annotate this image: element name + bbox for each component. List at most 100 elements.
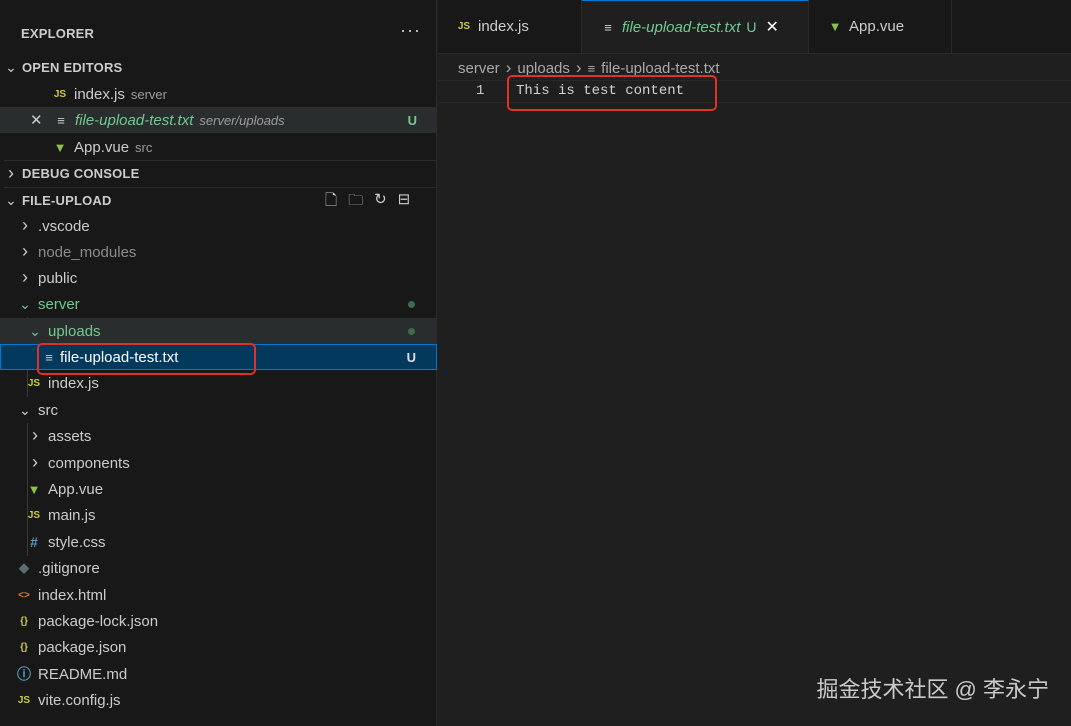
tree-label: .vscode (38, 217, 90, 235)
project-title: FILE-UPLOAD (22, 193, 112, 208)
breadcrumb-item[interactable]: server (458, 60, 500, 77)
vue-icon: ▼ (53, 139, 67, 155)
git-status-badge: U (746, 19, 757, 35)
js-icon: JS (457, 21, 471, 32)
ellipsis-icon[interactable]: ··· (400, 21, 421, 39)
new-file-icon[interactable]: 🗋 (325, 190, 337, 215)
info-icon: ⓘ (17, 666, 31, 682)
tree-folder-node-modules[interactable]: node_modules (0, 239, 437, 265)
refresh-icon[interactable]: ↻ (374, 190, 387, 215)
breadcrumb-item[interactable]: uploads (517, 60, 570, 77)
tree-file-app-vue[interactable]: ▼ App.vue (0, 476, 437, 502)
chevron-down-icon (28, 323, 42, 340)
chevron-down-icon (4, 59, 18, 76)
tree-label: components (48, 454, 130, 472)
chevron-right-icon (18, 244, 32, 260)
chevron-down-icon (18, 402, 32, 419)
text-file-icon: ≡ (604, 19, 612, 35)
css-icon: # (30, 534, 38, 550)
tree-file-style-css[interactable]: # style.css (0, 529, 437, 555)
open-editors-title: OPEN EDITORS (22, 59, 123, 75)
tree-file-server-index-js[interactable]: JS index.js (0, 370, 437, 396)
tab-app-vue[interactable]: ▼ App.vue (809, 0, 952, 53)
tree-label: vite.config.js (38, 691, 121, 709)
tree-label: public (38, 269, 78, 287)
js-icon: JS (27, 509, 41, 521)
tree-label: package.json (38, 638, 127, 656)
git-status-badge: U (406, 349, 416, 365)
tree-file-index-html[interactable]: <> index.html (0, 582, 437, 608)
tree-label: main.js (48, 506, 96, 524)
git-change-dot (408, 301, 415, 308)
open-editors-section-header[interactable]: OPEN EDITORS (4, 54, 437, 80)
explorer-title: EXPLORER (21, 25, 95, 41)
tree-label: package-lock.json (38, 612, 159, 630)
tab-label: App.vue (849, 18, 905, 35)
tree-file-readme[interactable]: ⓘ README.md (0, 661, 437, 687)
tree-folder-assets[interactable]: assets (0, 423, 437, 449)
chevron-down-icon (18, 296, 32, 313)
tree-label: style.css (48, 533, 106, 551)
highlight-box (507, 75, 717, 111)
tab-label: file-upload-test.txt (622, 18, 741, 36)
js-icon: JS (53, 88, 67, 100)
editor-area: JS index.js ≡ file-upload-test.txt U ✕ ▼… (438, 0, 1071, 726)
chevron-right-icon (28, 455, 42, 471)
open-editor-file-upload-test[interactable]: ✕ ≡ file-upload-test.txt server/uploads … (0, 107, 437, 133)
js-icon: JS (17, 694, 31, 706)
breadcrumb-item[interactable]: file-upload-test.txt (601, 60, 719, 77)
chevron-right-icon (18, 270, 32, 286)
explorer-actions: 🗋 🗀 ↻ ⊟ (325, 190, 410, 215)
js-icon: JS (27, 377, 41, 389)
open-editor-path: server (130, 86, 167, 102)
tab-bar: JS index.js ≡ file-upload-test.txt U ✕ ▼… (438, 0, 1071, 54)
tab-file-upload-test[interactable]: ≡ file-upload-test.txt U ✕ (582, 0, 809, 53)
text-file-icon: ≡ (587, 60, 596, 76)
debug-console-title: DEBUG CONSOLE (22, 166, 140, 181)
git-status-badge: U (407, 112, 417, 128)
tree-label: assets (48, 427, 92, 445)
line-number: 1 (476, 83, 485, 99)
open-editor-path: src (135, 139, 153, 155)
tree-folder-src[interactable]: src (0, 397, 437, 423)
tree-label: uploads (48, 322, 101, 340)
vue-icon: ▼ (828, 19, 842, 34)
close-icon[interactable]: ✕ (30, 111, 46, 129)
tree-file-main-js[interactable]: JS main.js (0, 502, 437, 528)
open-editor-index-js[interactable]: JS index.js server (0, 81, 437, 107)
tree-label: README.md (38, 665, 128, 683)
tree-file-package-json[interactable]: {} package.json (0, 634, 437, 660)
tab-index-js[interactable]: JS index.js (438, 0, 582, 53)
open-editor-app-vue[interactable]: ▼ App.vue src (0, 134, 437, 160)
vue-icon: ▼ (27, 481, 41, 497)
git-change-dot (408, 328, 415, 335)
tree-label: node_modules (38, 243, 137, 261)
tree-file-vite-config[interactable]: JS vite.config.js (0, 687, 437, 713)
tab-label: index.js (478, 18, 529, 35)
close-icon[interactable]: ✕ (766, 17, 779, 37)
tree-file-package-lock-json[interactable]: {} package-lock.json (0, 608, 437, 634)
html-icon: <> (18, 589, 30, 601)
tree-label: .gitignore (38, 559, 100, 577)
tree-label: src (38, 401, 58, 419)
chevron-down-icon (4, 192, 18, 209)
json-icon: {} (20, 641, 28, 653)
tree-folder-vscode[interactable]: .vscode (0, 213, 437, 239)
tree-label: index.html (38, 586, 107, 604)
debug-console-section-header[interactable]: DEBUG CONSOLE (4, 160, 437, 186)
tree-label: index.js (48, 374, 99, 392)
new-folder-icon[interactable]: 🗀 (348, 190, 363, 215)
tree-label: App.vue (48, 480, 104, 498)
tree-folder-components[interactable]: components (0, 450, 437, 476)
collapse-all-icon[interactable]: ⊟ (398, 190, 411, 215)
explorer-header: EXPLORER (21, 20, 421, 46)
chevron-right-icon (28, 428, 42, 444)
open-editor-label: App.vue (74, 138, 130, 156)
tree-folder-public[interactable]: public (0, 265, 437, 291)
chevron-right-icon (4, 166, 18, 182)
open-editor-label: file-upload-test.txt (75, 111, 194, 129)
tree-label: server (38, 295, 80, 313)
tree-folder-server[interactable]: server (0, 291, 437, 317)
tree-folder-uploads[interactable]: uploads (0, 318, 437, 344)
tree-file-gitignore[interactable]: ◆ .gitignore (0, 555, 437, 581)
